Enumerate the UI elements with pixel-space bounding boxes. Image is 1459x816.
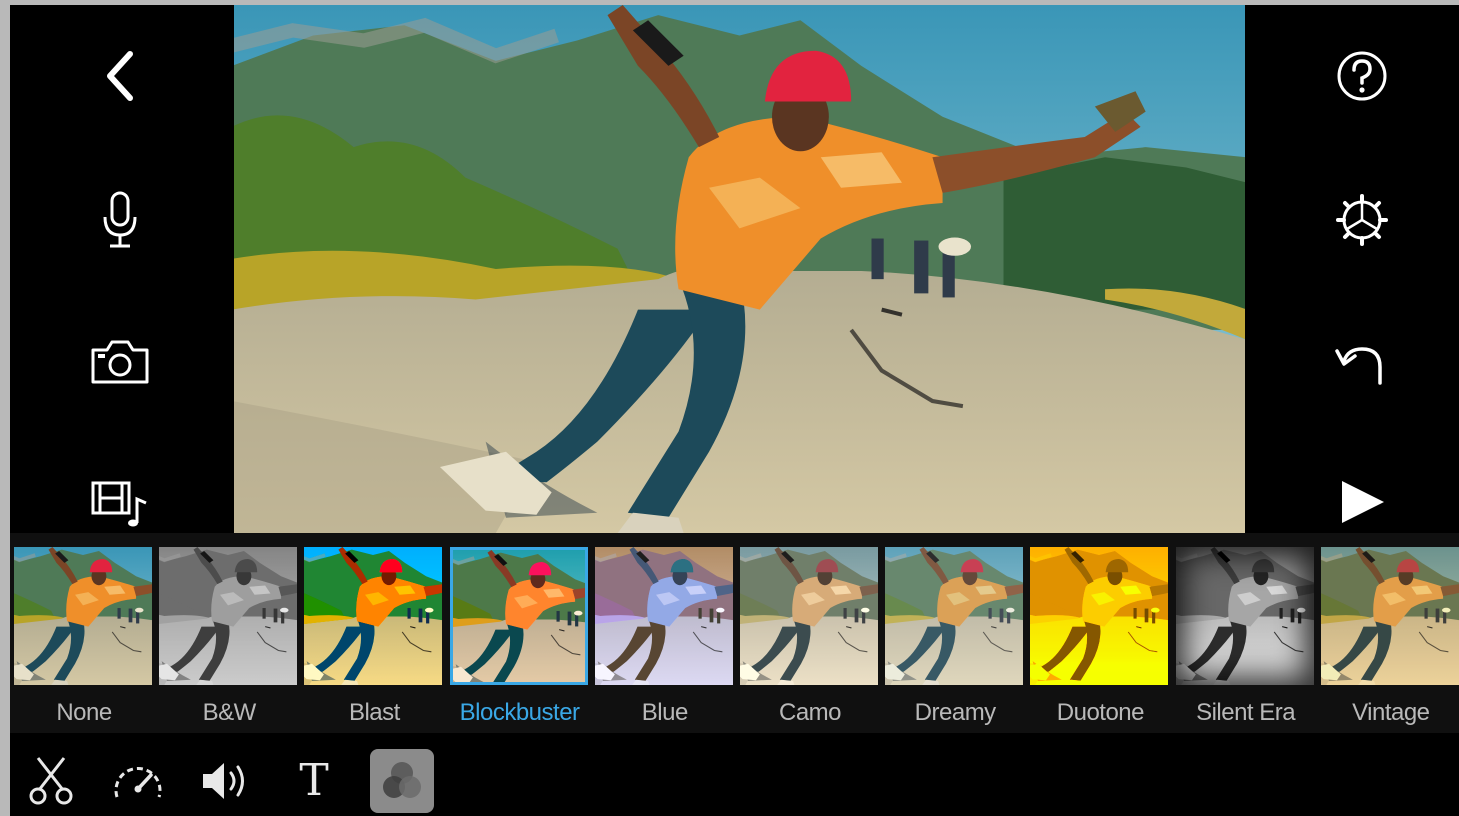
filter-camo[interactable]: Camo	[740, 547, 880, 727]
speed-button[interactable]	[106, 749, 170, 813]
camera-icon	[91, 340, 149, 384]
filter-label: Duotone	[1056, 699, 1145, 726]
filter-label: Blast	[348, 699, 400, 726]
filters-icon	[383, 762, 421, 798]
film-music-icon	[91, 481, 147, 527]
video-editor: None B&W Blast Blockbuster Blue Camo Dreamy Duo…	[10, 5, 1459, 816]
filter-thumbnail	[304, 547, 442, 685]
filter-thumbnail	[1176, 547, 1314, 685]
filters-button[interactable]	[370, 749, 434, 813]
filter-thumbnail	[14, 547, 152, 685]
filter-vintage[interactable]: Vintage	[1321, 547, 1459, 727]
filter-label: Silent Era	[1196, 699, 1296, 726]
filter-bandw[interactable]: B&W	[159, 547, 299, 727]
back-button[interactable]	[85, 41, 155, 111]
filter-blast[interactable]: Blast	[304, 547, 444, 727]
help-button[interactable]	[1327, 41, 1397, 111]
filter-label: None	[56, 699, 112, 726]
back-chevron-icon	[107, 51, 133, 101]
filter-blockbuster[interactable]: Blockbuster	[449, 547, 590, 727]
settings-gear-icon	[1336, 194, 1388, 246]
filter-label: Blue	[641, 699, 689, 726]
microphone-icon	[103, 191, 137, 248]
scissors-icon	[29, 757, 73, 805]
settings-button[interactable]	[1327, 185, 1397, 255]
video-preview[interactable]	[234, 5, 1245, 533]
filter-thumbnail	[1030, 547, 1168, 685]
filter-label: B&W	[202, 699, 257, 726]
bottom-toolbar: T	[10, 743, 1459, 816]
filter-label: Blockbuster	[459, 699, 580, 726]
help-icon	[1337, 51, 1387, 101]
filter-thumbnail	[885, 547, 1023, 685]
filter-strip: None B&W Blast Blockbuster Blue Camo Dreamy Duo…	[10, 533, 1459, 733]
filter-none[interactable]: None	[14, 547, 154, 727]
camera-button[interactable]	[85, 327, 155, 397]
filter-thumbnail	[740, 547, 878, 685]
filter-thumbnail	[449, 547, 588, 685]
media-library-button[interactable]	[85, 467, 155, 537]
filter-thumbnail	[595, 547, 733, 685]
speed-gauge-icon	[114, 766, 162, 798]
filter-blue[interactable]: Blue	[595, 547, 735, 727]
play-button[interactable]	[1327, 467, 1397, 537]
text-title-icon: T	[299, 755, 329, 806]
filter-thumbnail	[1321, 547, 1459, 685]
volume-button[interactable]	[194, 749, 258, 813]
filter-thumbnail	[159, 547, 297, 685]
title-text-button[interactable]: T	[282, 749, 346, 813]
filter-duotone[interactable]: Duotone	[1030, 547, 1170, 727]
record-voiceover-button[interactable]	[85, 185, 155, 255]
filter-label: Vintage	[1352, 699, 1430, 726]
undo-button[interactable]	[1327, 327, 1397, 397]
filter-dreamy[interactable]: Dreamy	[885, 547, 1025, 727]
undo-icon	[1335, 347, 1382, 385]
filter-label: Dreamy	[914, 699, 997, 726]
split-clip-button[interactable]	[19, 749, 83, 813]
preview-image	[234, 5, 1245, 533]
play-icon	[1342, 481, 1384, 523]
filter-silent-era[interactable]: Silent Era	[1176, 547, 1316, 727]
left-toolbar	[10, 5, 232, 533]
volume-icon	[203, 763, 244, 799]
filter-label: Camo	[778, 699, 842, 726]
right-toolbar	[1245, 5, 1459, 533]
